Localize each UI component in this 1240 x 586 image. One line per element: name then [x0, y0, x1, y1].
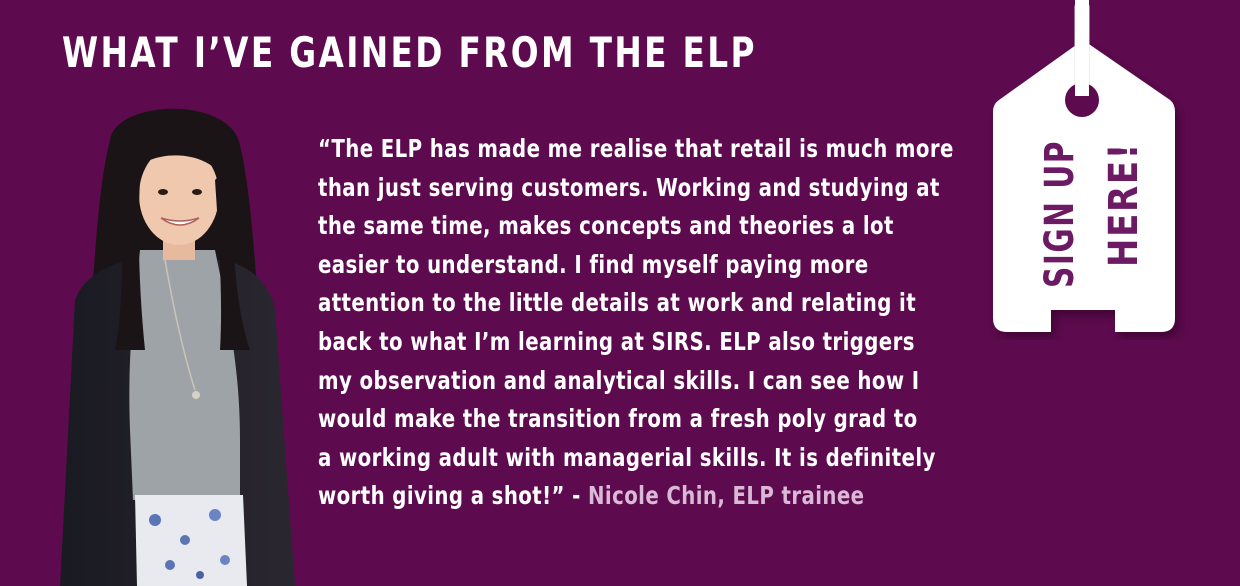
quote-attribution: Nicole Chin, ELP trainee: [588, 481, 865, 511]
quote-line: than just serving customers. Working and…: [318, 172, 940, 202]
quote-line: “The ELP has made me realise that retail…: [318, 134, 954, 163]
page-heading: WHAT I’VE GAINED FROM THE ELP: [62, 28, 757, 77]
quote-line: my observation and analytical skills. I …: [318, 365, 920, 395]
quote-line: a working adult with managerial skills. …: [318, 442, 936, 472]
quote-line: back to what I’m learning at SIRS. ELP a…: [318, 326, 915, 356]
testimonial-quote: “The ELP has made me realise that retail…: [318, 130, 966, 516]
sign-up-text[interactable]: SIGN UP HERE!: [1030, 140, 1140, 290]
quote-line: would make the transition from a fresh p…: [318, 404, 918, 434]
quote-line: attention to the little details at work …: [318, 288, 917, 318]
sign-up-text-line-2[interactable]: HERE!: [1101, 142, 1140, 267]
quote-line: the same time, makes concepts and theori…: [318, 211, 894, 241]
quote-line: easier to understand. I find myself payi…: [318, 249, 869, 279]
sign-up-text-line-1[interactable]: SIGN UP: [1037, 140, 1083, 288]
quote-closing-text: worth giving a shot!” -: [318, 481, 589, 511]
trainee-photo: [60, 108, 295, 586]
quote-last-line: worth giving a shot!” - Nicole Chin, ELP…: [318, 477, 966, 516]
